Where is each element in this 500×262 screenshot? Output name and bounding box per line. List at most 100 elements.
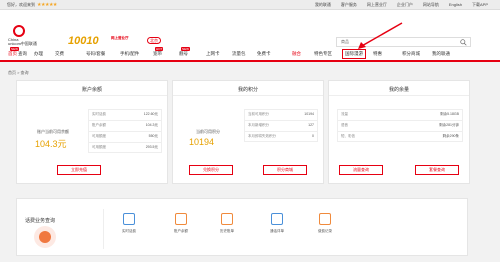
nav-item-label: 特惠: [373, 51, 382, 56]
top-link[interactable]: 客户服务: [341, 2, 357, 8]
download-app-link[interactable]: 下载APP: [472, 2, 488, 8]
quick-query-icon: [123, 213, 135, 225]
bill-query-panel: 话费业务查询 实时话费 账户余额 历史账单 通话详单 缴费记录: [16, 198, 468, 256]
quick-query-item[interactable]: 缴费记录: [311, 213, 339, 234]
nav-item-label: 积分商城: [402, 51, 420, 56]
rating-stars: ★★★★★: [37, 2, 57, 8]
nav-item[interactable]: 上网卡: [206, 51, 220, 57]
greeting-text: 您好，欢迎来到: [7, 2, 35, 7]
nav-item-label: 流量包: [232, 51, 246, 56]
card-title: 我的余量: [388, 87, 409, 93]
points-row: 本月即将失效积分 0: [244, 131, 318, 142]
china-unicom-logo[interactable]: China unicom中国联通: [8, 25, 48, 47]
nav-item[interactable]: 流量包: [232, 51, 246, 57]
quick-query-icon: [319, 213, 331, 225]
nav-item-label: 首页: [8, 51, 17, 56]
quick-query-item[interactable]: 账户余额: [167, 213, 195, 234]
nav-item-label: 上网卡: [206, 51, 220, 56]
quick-query-icon: [221, 213, 233, 225]
balance-row: 可用额度 293.5元: [88, 142, 162, 153]
quick-query-label: 缴费记录: [318, 229, 332, 233]
nav-item-label: 宽带: [153, 51, 162, 56]
card-title: 我的积分: [237, 87, 258, 93]
quick-query-label: 账户余额: [174, 229, 188, 233]
nav-item-label: 查询: [18, 51, 27, 56]
top-utility-bar: 您好，欢迎来到 ★★★★★ 我的联通 客户服务 网上营业厅 企业门户 网站导航 Engli…: [0, 0, 500, 10]
nav-item-label: 手机/配件: [120, 51, 140, 56]
top-link[interactable]: 企业门户: [397, 2, 413, 8]
nav-item[interactable]: 免费卡: [257, 51, 271, 57]
nav-item[interactable]: 靓号 NEW: [179, 47, 190, 57]
unicom-knot-icon: [13, 25, 25, 37]
nav-item[interactable]: 交费: [55, 51, 64, 57]
nav-item[interactable]: 手机/配件: [120, 51, 139, 57]
nav-item[interactable]: 特惠: [373, 51, 382, 57]
site-header: China unicom中国联通 10010 网上营业厅 北京: [0, 10, 500, 47]
quick-query-item[interactable]: 通话详单: [263, 213, 291, 234]
usage-row: 短、彩信 剩余290条: [337, 131, 463, 142]
quick-query-label: 通话详单: [270, 229, 284, 233]
balance-label: 账户当前可用余额: [37, 129, 69, 134]
nav-item-label: 免费卡: [257, 51, 271, 56]
quick-query-label: 实时话费: [122, 229, 136, 233]
nav-item-label: 国际漫游: [345, 51, 363, 56]
nav-item-label: 交费: [55, 51, 64, 56]
nav-item[interactable]: 我的联通: [432, 51, 450, 57]
balance-row: 账户余额 104.3元: [88, 120, 162, 131]
province-selector[interactable]: 北京: [147, 37, 161, 44]
main-nav: 首页 NEW 查询 办理 交费 号码/套餐 手机/配件 宽带 HOT 靓号 NEW 上网卡 流量包 免费卡…: [0, 47, 500, 62]
nav-item[interactable]: 宽带 HOT: [153, 47, 164, 57]
quick-query-icon: [271, 213, 283, 225]
balance-card: 账户余额 账户当前可用余额 104.3元 实时话费 122.60元 账户余额 104…: [16, 80, 168, 184]
points-card: 我的积分 当前可用积分 10194 当前可用积分 10194 本月新增积分 127 …: [172, 80, 324, 184]
logo-text: China unicom中国联通: [8, 37, 37, 46]
top-link[interactable]: English: [449, 2, 462, 8]
hotline-subtitle: 网上营业厅: [111, 36, 129, 40]
search-box: [336, 37, 471, 47]
quick-query-item[interactable]: 实时话费: [115, 213, 143, 234]
top-link[interactable]: 网站导航: [423, 2, 439, 8]
quick-query-item[interactable]: 历史账单: [213, 213, 241, 234]
nav-item[interactable]: 号码/套餐: [86, 51, 105, 57]
usage-row: 语音 剩余281分钟: [337, 120, 463, 131]
nav-item-label: 办理: [34, 51, 43, 56]
breadcrumb: 首页 > 查询: [8, 70, 29, 75]
bill-icon: [34, 226, 56, 248]
nav-badge: HOT: [155, 47, 164, 51]
balance-row: 实时话费 122.60元: [88, 109, 162, 120]
redeem-points-button[interactable]: 兑换积分: [189, 165, 233, 175]
points-row: 当前可用积分 10194: [244, 109, 318, 120]
nav-item[interactable]: 融合: [292, 51, 301, 57]
nav-item[interactable]: 办理: [34, 51, 43, 57]
plan-query-button[interactable]: 套餐查询: [415, 165, 459, 175]
balance-row: 可用额度 550元: [88, 131, 162, 142]
points-value: 10194: [189, 137, 215, 147]
usage-row: 流量 剩余5.18GB: [337, 109, 463, 120]
search-icon[interactable]: [460, 39, 467, 46]
nav-item[interactable]: 首页 NEW: [8, 47, 19, 57]
nav-item[interactable]: 积分商城: [402, 51, 420, 57]
nav-item[interactable]: 特色专区: [314, 51, 332, 57]
search-input[interactable]: [341, 39, 453, 45]
top-link[interactable]: 网上营业厅: [367, 2, 387, 8]
nav-item-label: 特色专区: [314, 51, 332, 56]
panel-title: 话费业务查询: [25, 218, 56, 224]
hotline-number: 10010: [68, 35, 99, 47]
nav-item[interactable]: 查询: [18, 51, 27, 57]
nav-item-label: 融合: [292, 51, 301, 56]
points-label: 当前可用积分: [196, 129, 220, 134]
top-link[interactable]: 我的联通: [315, 2, 331, 8]
card-title: 账户余额: [81, 87, 102, 93]
balance-value: 104.3元: [35, 139, 67, 149]
nav-item-label: 号码/套餐: [86, 51, 106, 56]
usage-card: 我的余量 流量 剩余5.18GB 语音 剩余281分钟 短、彩信 剩余290条 流量查…: [328, 80, 470, 184]
nav-badge: NEW: [181, 47, 190, 51]
quick-query-icon: [175, 213, 187, 225]
data-query-button[interactable]: 流量查询: [339, 165, 383, 175]
points-mall-button[interactable]: 积分商城: [263, 165, 307, 175]
nav-item[interactable]: 国际漫游: [342, 49, 366, 59]
nav-item-label: 靓号: [179, 51, 188, 56]
recharge-button[interactable]: 立即充值: [57, 165, 101, 175]
nav-item-label: 我的联通: [432, 51, 450, 56]
points-row: 本月新增积分 127: [244, 120, 318, 131]
